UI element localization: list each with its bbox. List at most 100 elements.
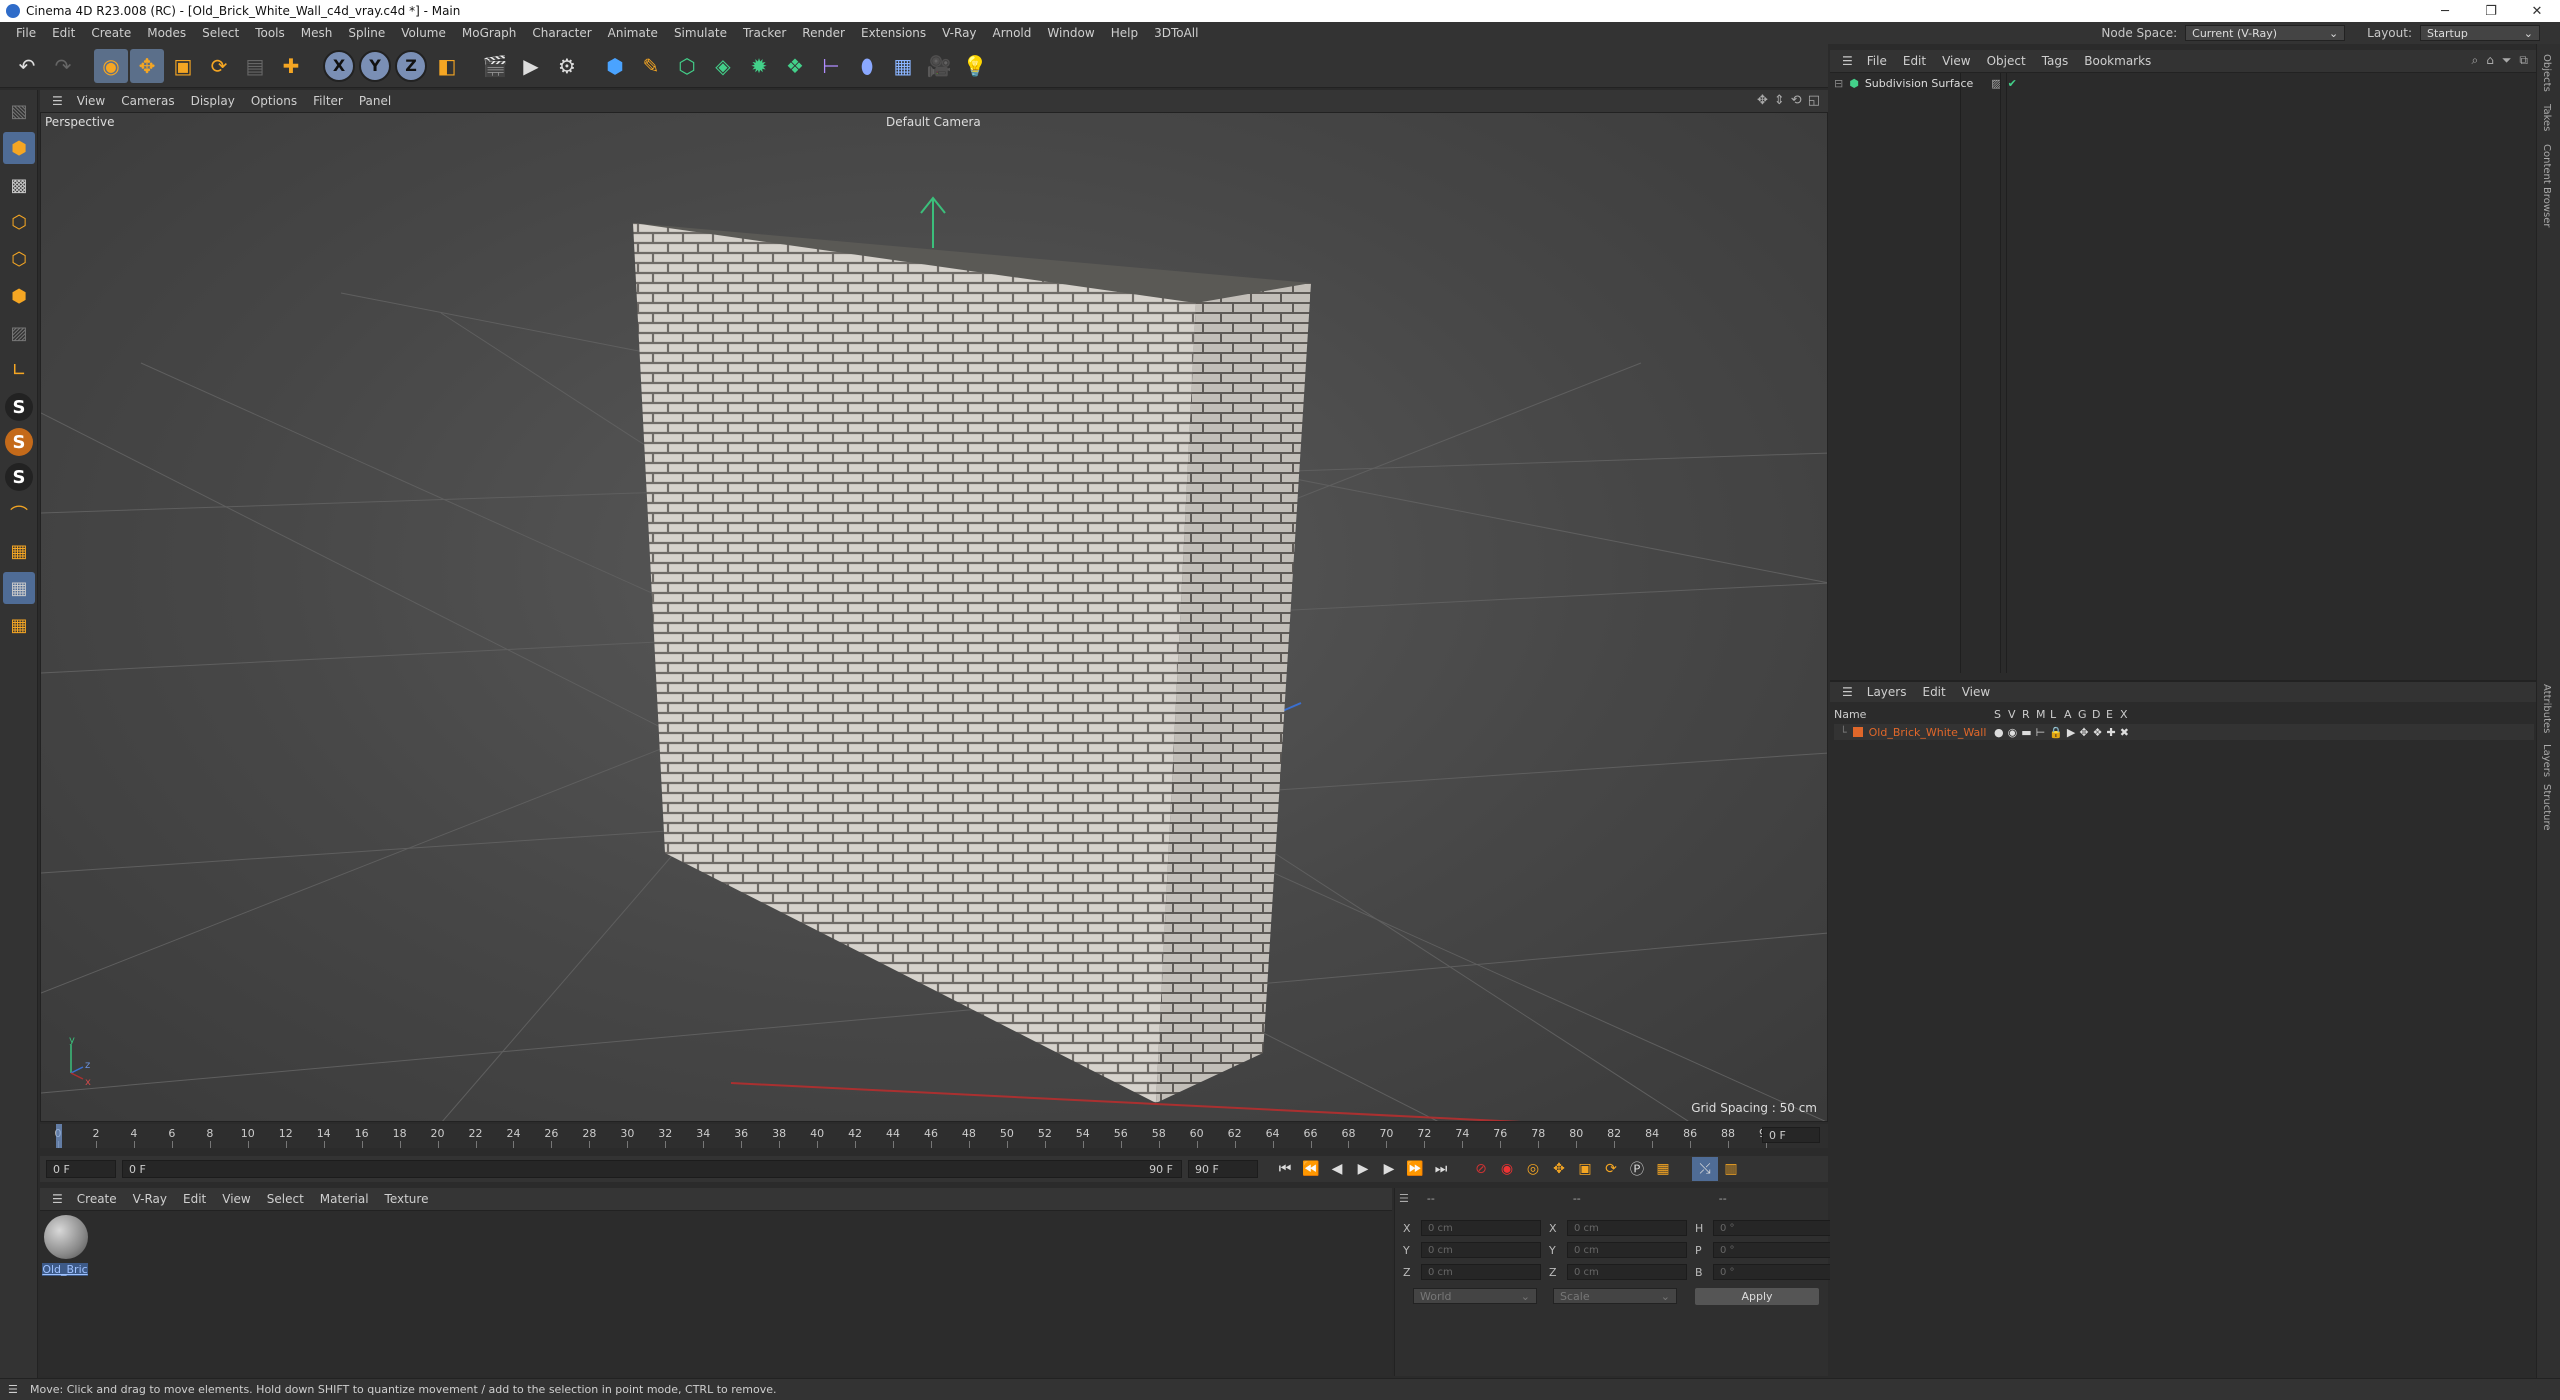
start-frame-field[interactable]: 0 F [46, 1160, 116, 1178]
material-menu-view[interactable]: View [214, 1192, 258, 1206]
material-menu-select[interactable]: Select [259, 1192, 312, 1206]
object-manager-area[interactable]: ⊟ ⬢ Subdivision Surface ▨ ✔ [1830, 72, 2536, 673]
previous-key-button[interactable]: ⏪ [1298, 1157, 1324, 1181]
maximize-icon[interactable]: ◱ [1808, 93, 1820, 108]
workplane-button[interactable]: ▦ [3, 535, 35, 567]
y-axis-button[interactable]: Y [358, 49, 392, 83]
axis-mode-button[interactable]: ∟ [3, 354, 35, 386]
menu-file[interactable]: File [8, 26, 44, 40]
make-editable-button[interactable]: ▧ [3, 95, 35, 127]
size-x-field[interactable]: 0 cm [1567, 1220, 1687, 1236]
rotation-b-field[interactable]: 0 ° [1713, 1264, 1833, 1280]
go-to-start-button[interactable]: ⏮ [1272, 1157, 1298, 1181]
search-icon[interactable]: ⌕ [2471, 53, 2478, 68]
key-pla-button[interactable]: ▦ [1650, 1157, 1676, 1181]
key-rotation-button[interactable]: ⟳ [1598, 1157, 1624, 1181]
menu-extensions[interactable]: Extensions [853, 26, 934, 40]
menu-arnold[interactable]: Arnold [985, 26, 1040, 40]
menu-create[interactable]: Create [83, 26, 139, 40]
motion-tracking-button[interactable]: ⤯ [1692, 1157, 1718, 1181]
x-axis-button[interactable]: X [322, 49, 356, 83]
animation-play-icon[interactable]: ▶ [2067, 726, 2075, 739]
position-x-field[interactable]: 0 cm [1421, 1220, 1541, 1236]
add-tool-button[interactable]: ✚ [274, 49, 308, 83]
size-z-field[interactable]: 0 cm [1567, 1264, 1687, 1280]
menu-3dtoall[interactable]: 3DToAll [1146, 26, 1206, 40]
object-row[interactable]: ⊟ ⬢ Subdivision Surface ▨ ✔ [1834, 77, 2017, 90]
layout-select[interactable]: Startup ⌄ [2420, 25, 2540, 41]
object-name[interactable]: Subdivision Surface [1865, 77, 1973, 90]
polygon-mode-button[interactable]: ⬢ [3, 280, 35, 312]
layer-menu-view[interactable]: View [1954, 685, 1998, 699]
filter-icon[interactable]: ⏷ [2502, 53, 2512, 68]
manager-icon[interactable]: ⊢ [2036, 726, 2046, 739]
hamburger-icon[interactable]: ☰ [46, 1192, 69, 1206]
menu-volume[interactable]: Volume [393, 26, 454, 40]
menu-tools[interactable]: Tools [247, 26, 293, 40]
edge-mode-button[interactable]: ⬡ [3, 243, 35, 275]
keyframe-selection-button[interactable]: ◎ [1520, 1157, 1546, 1181]
material-menu-create[interactable]: Create [69, 1192, 125, 1206]
undo-button[interactable]: ↶ [10, 49, 44, 83]
layer-menu-edit[interactable]: Edit [1914, 685, 1953, 699]
hamburger-icon[interactable]: ☰ [1836, 685, 1859, 699]
position-y-field[interactable]: 0 cm [1421, 1242, 1541, 1258]
menu-select[interactable]: Select [194, 26, 247, 40]
texture-mode-button[interactable]: ▩ [3, 169, 35, 201]
coordinate-system-button[interactable]: ◧ [430, 49, 464, 83]
render-region-button[interactable]: 🎬 [478, 49, 512, 83]
key-position-button[interactable]: ✥ [1546, 1157, 1572, 1181]
tab-content-browser[interactable]: Content Browser [2541, 144, 2552, 227]
hamburger-icon[interactable]: ☰ [8, 1383, 18, 1396]
tab-takes[interactable]: Takes [2541, 104, 2552, 131]
snap-button[interactable]: S [5, 393, 33, 421]
tab-layers[interactable]: Layers [2541, 744, 2552, 777]
extrude-button[interactable]: ◈ [706, 49, 740, 83]
dolly-icon[interactable]: ⇕ [1774, 93, 1785, 108]
position-z-field[interactable]: 0 cm [1421, 1264, 1541, 1280]
field-button[interactable]: ⬮ [850, 49, 884, 83]
hamburger-icon[interactable]: ☰ [1836, 54, 1859, 68]
selection-tool-button[interactable]: ◉ [94, 48, 128, 83]
viewport-menu-options[interactable]: Options [243, 94, 305, 108]
render-settings-button[interactable]: ⚙ [550, 49, 584, 83]
rotate-tool-button[interactable]: ⟳ [202, 49, 236, 83]
camera-button[interactable]: 🎥 [922, 49, 956, 83]
model-mode-button[interactable]: ⬢ [3, 132, 35, 164]
timeline-ruler[interactable]: 0246810121416182022242628303234363840424… [40, 1124, 1828, 1148]
deformer-icon[interactable]: ❖ [2093, 726, 2103, 739]
menu-window[interactable]: Window [1039, 26, 1102, 40]
menu-edit[interactable]: Edit [44, 26, 83, 40]
key-scale-button[interactable]: ▣ [1572, 1157, 1598, 1181]
scale-tool-button[interactable]: ▣ [166, 49, 200, 83]
rotation-p-field[interactable]: 0 ° [1713, 1242, 1833, 1258]
menu-animate[interactable]: Animate [600, 26, 666, 40]
tab-attributes[interactable]: Attributes [2541, 684, 2552, 733]
layer-row[interactable]: └ Old_Brick_White_Wall ● ◉ ▬ ⊢ 🔒 ▶ ✥ ❖ ✚… [1834, 724, 2534, 740]
layer-color-swatch[interactable] [1852, 727, 1863, 737]
wall-front-face[interactable] [633, 223, 1196, 1103]
object-menu-bookmarks[interactable]: Bookmarks [2076, 54, 2159, 68]
previous-frame-button[interactable]: ◀ [1324, 1157, 1350, 1181]
render-view-button[interactable]: ▶ [514, 49, 548, 83]
layer-name[interactable]: Old_Brick_White_Wall [1869, 726, 1987, 739]
cube-button[interactable]: ⬢ [598, 49, 632, 83]
go-to-end-button[interactable]: ⏭ [1428, 1157, 1454, 1181]
locked-workplane-button[interactable]: ▦ [3, 572, 35, 604]
menu-mograph[interactable]: MoGraph [454, 26, 525, 40]
viewport-menu-panel[interactable]: Panel [351, 94, 399, 108]
enabled-check-icon[interactable]: ✔ [2008, 77, 2017, 90]
timeline-window-button[interactable]: ▥ [1718, 1157, 1744, 1181]
frame-range-slider[interactable]: 0 F 90 F [122, 1160, 1182, 1178]
lock-icon[interactable]: 🔒 [2049, 726, 2063, 739]
menu-simulate[interactable]: Simulate [666, 26, 735, 40]
current-frame-field[interactable]: 0 F [1762, 1127, 1820, 1143]
object-menu-edit[interactable]: Edit [1895, 54, 1934, 68]
object-menu-view[interactable]: View [1934, 54, 1978, 68]
workplane-snap-button[interactable]: S [5, 463, 33, 491]
solo-dot-icon[interactable]: ● [1994, 726, 2004, 739]
material-manager-area[interactable]: Old_Bric [40, 1210, 1392, 1376]
subdivision-button[interactable]: ⬡ [670, 49, 704, 83]
viewport-menu-display[interactable]: Display [183, 94, 243, 108]
close-button[interactable]: ✕ [2514, 0, 2560, 22]
